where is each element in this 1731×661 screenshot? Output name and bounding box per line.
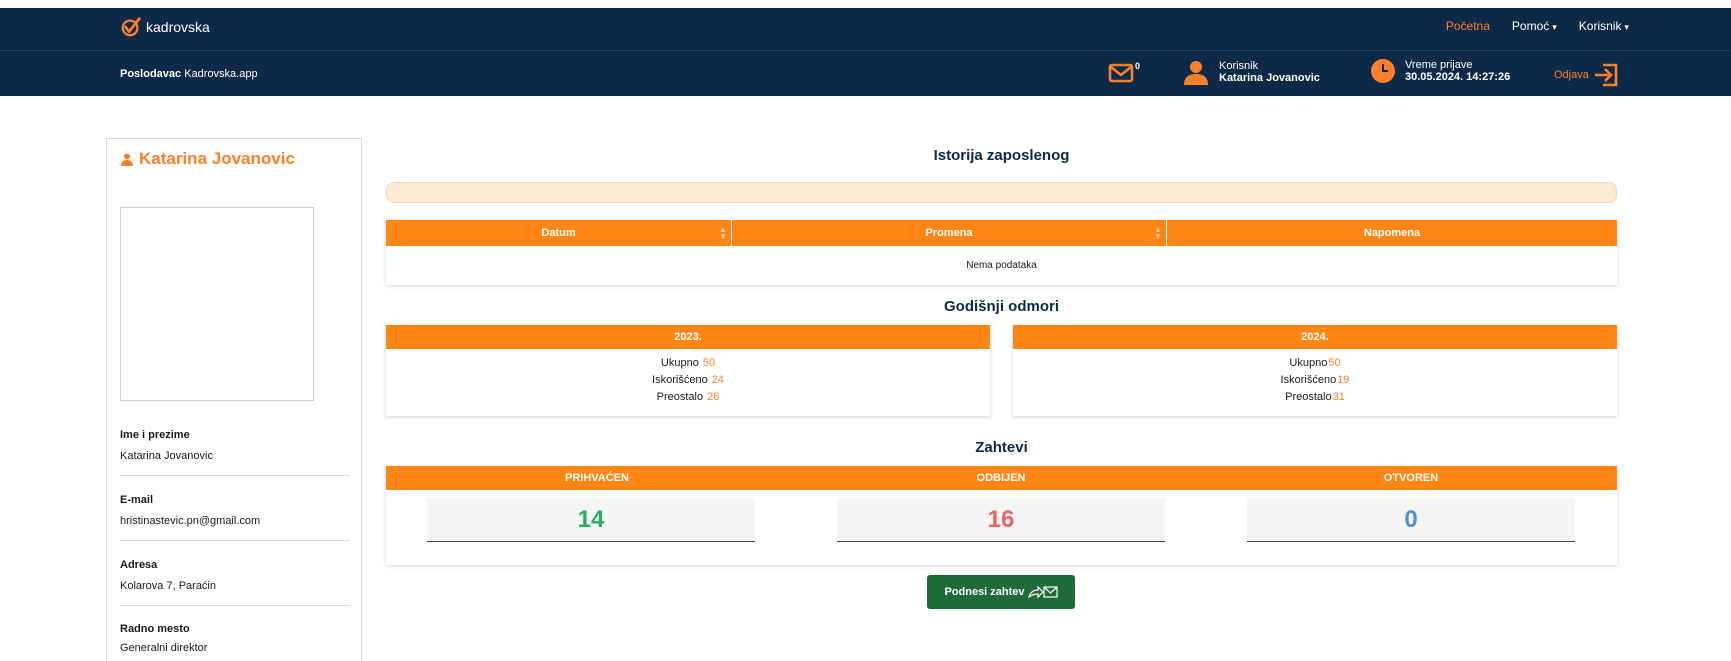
field-value: Kolarova 7, Paraćin [120,580,216,592]
employer-value: Kadrovska.app [184,68,258,80]
clock-icon [1371,59,1395,83]
login-time-value: 30.05.2024. 14:27:26 [1405,71,1511,83]
column-label: Datum [541,227,576,239]
profile-photo [120,207,314,401]
vacation-left-row: Preostalo 26 [386,389,990,406]
employee-profile-card: Katarina Jovanovic Ime i prezime Katarin… [106,138,362,661]
vacation-year: 2024. [1013,325,1617,349]
divider [120,540,350,541]
field-value: Generalni direktor [120,642,208,654]
field-label: Adresa [120,559,158,571]
vacation-card: 2024. Ukupno50 Iskorišćeno19 Preostalo31 [1013,325,1617,416]
field-full-name: Ime i prezime Katarina Jovanovic [120,429,350,476]
column-header-note[interactable]: Napomena [1167,220,1617,246]
field-address: Adresa Kolarova 7, Paraćin [120,559,350,606]
used-label: Iskorišćeno [652,374,708,386]
used-value: 24 [711,374,724,386]
vacations-title: Godišnji odmori [944,298,1059,315]
status-label-open: OTVOREN [1383,472,1439,484]
requests-header: PRIHVAĆEN ODBIJEN OTVOREN [386,466,1617,490]
field-value: Katarina Jovanovic [120,450,213,462]
user-icon [1184,61,1208,85]
sort-icon: ▲ ▼ [1154,225,1162,241]
brand-name: kadrovska [146,19,210,35]
vacation-used-row: Iskorišćeno19 [1013,372,1617,389]
column-label: Napomena [1363,227,1421,239]
profile-header: Katarina Jovanovic [121,149,295,169]
column-label: Promena [925,227,973,239]
nav-user-label: Korisnik [1578,19,1622,33]
divider [120,605,350,606]
vacation-used-row: Iskorišćeno 24 [386,372,990,389]
employer-label: Poslodavac [120,68,182,80]
brand-logo[interactable]: kadrovska [120,16,210,38]
divider [120,475,350,476]
field-position: Radno mesto Generalni direktor [120,623,350,654]
vacation-left-row: Preostalo31 [1013,389,1617,406]
submit-request-button[interactable]: Podnesi zahtev [927,575,1075,609]
info-bar: Poslodavac Kadrovska.app 0 Korisnik Kata… [0,50,1731,96]
nav-help-label: Pomoć [1511,19,1550,33]
status-label-rejected: ODBIJEN [976,472,1026,484]
total-label: Ukupno [660,357,699,369]
vacation-total-row: Ukupno50 [1013,355,1617,372]
send-envelope-icon [1027,585,1058,599]
left-value: 26 [707,391,720,403]
column-header-date[interactable]: Datum ▲ ▼ [386,220,731,246]
nav-help-dropdown[interactable]: Pomoć ▾ [1512,19,1557,33]
requests-summary: PRIHVAĆEN ODBIJEN OTVOREN 14 16 0 [386,466,1617,565]
envelope-icon [1108,63,1134,83]
nav-user-dropdown[interactable]: Korisnik ▾ [1579,19,1629,33]
vacation-total-row: Ukupno50 [386,355,990,372]
used-value: 19 [1337,374,1350,386]
vacation-year: 2023. [386,325,990,349]
accepted-count[interactable]: 14 [427,499,755,542]
history-title: Istorija zaposlenog [933,147,1070,164]
field-value: hristinastevic.pn@gmail.com [120,515,261,527]
rejected-count[interactable]: 16 [837,499,1165,542]
submit-request-label: Podnesi zahtev [944,586,1025,598]
requests-title: Zahtevi [975,439,1028,456]
field-label: Radno mesto [120,623,190,635]
login-time-info: Vreme prijave 30.05.2024. 14:27:26 [1371,59,1510,83]
left-label: Preostalo [1285,391,1332,403]
status-label-accepted: PRIHVAĆEN [565,472,629,484]
total-value: 50 [702,357,716,369]
caret-down-icon: ▾ [1624,22,1629,32]
login-time-label: Vreme prijave [1405,59,1473,71]
open-count[interactable]: 0 [1247,499,1575,542]
used-label: Iskorišćeno [1280,374,1337,386]
field-label: E-mail [120,494,154,506]
logout-button[interactable]: Odjava [1554,63,1619,87]
user-name: Katarina Jovanovic [1219,72,1320,84]
empty-table-message: Nema podataka [966,260,1037,271]
logout-label: Odjava [1554,69,1589,81]
message-count-badge: 0 [1134,61,1140,71]
field-email: E-mail hristinastevic.pn@gmail.com [120,494,350,541]
vacation-card: 2023. Ukupno 50 Iskorišćeno 24 Preostalo 26 [386,325,990,416]
caret-down-icon: ▾ [1552,22,1557,32]
top-navbar: kadrovska Početna Pomoć ▾ Korisnik ▾ [0,0,1731,50]
top-strip [0,0,1731,8]
left-label: Preostalo [656,391,704,403]
logout-icon [1594,63,1618,87]
current-user-info: Korisnik Katarina Jovanovic [1183,59,1320,85]
history-filter-bar [386,182,1617,203]
top-nav-menu: Početna Pomoć ▾ Korisnik ▾ [1446,19,1629,33]
checkmark-logo-icon [121,17,141,37]
profile-name: Katarina Jovanovic [139,149,295,168]
user-icon [121,153,133,166]
employer-info: Poslodavac Kadrovska.app [120,68,258,80]
sort-icon: ▲ ▼ [719,225,727,241]
field-label: Ime i prezime [120,429,190,441]
column-header-change[interactable]: Promena ▲ ▼ [732,220,1166,246]
nav-home-link[interactable]: Početna [1446,19,1490,33]
user-label: Korisnik [1219,60,1259,72]
total-label: Ukupno [1289,357,1328,369]
messages-button[interactable]: 0 [1108,61,1140,87]
left-value: 31 [1332,391,1345,403]
history-table: Datum ▲ ▼ Promena ▲ ▼ Napomena Nema podata… [386,220,1617,285]
total-value: 50 [1328,357,1341,369]
